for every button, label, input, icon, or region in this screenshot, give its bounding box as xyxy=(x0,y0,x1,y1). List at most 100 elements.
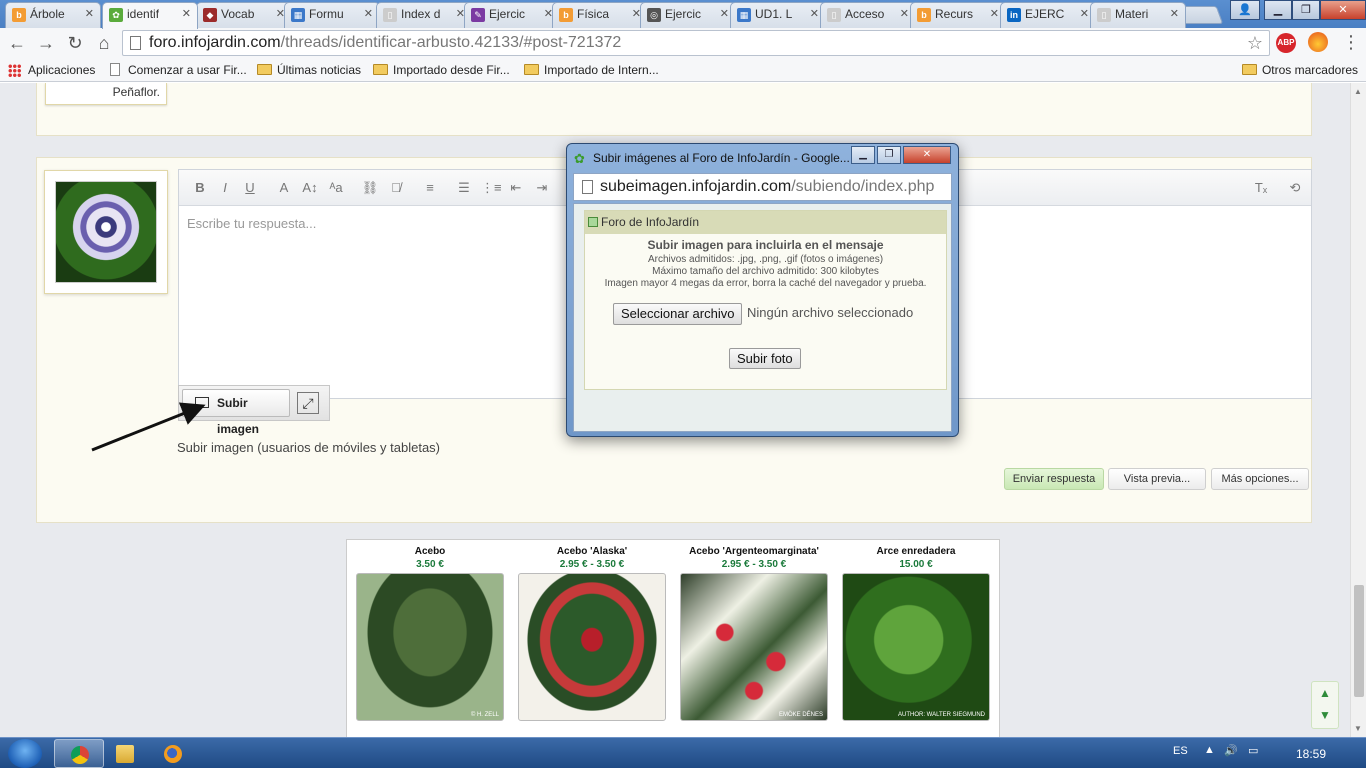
upload-photo-button[interactable]: Subir foto xyxy=(729,348,801,369)
tab-label: Index d xyxy=(401,7,441,21)
browser-tab[interactable]: b Recurs ✕ xyxy=(910,2,1006,28)
home-icon[interactable]: ⌂ xyxy=(93,32,115,54)
window-controls: 👤 ▁ ❐ ✕ xyxy=(1230,0,1366,20)
start-button[interactable] xyxy=(8,739,42,768)
tab-close-icon[interactable]: ✕ xyxy=(1080,7,1089,20)
product-price: 2.95 € - 3.50 € xyxy=(559,559,625,570)
product-name[interactable]: Acebo 'Alaska' xyxy=(517,546,667,559)
taskbar-explorer[interactable] xyxy=(100,739,150,768)
adblock-icon[interactable]: ABP xyxy=(1276,33,1296,53)
upload-heading: Subir imagen para incluirla en el mensaj… xyxy=(647,238,884,252)
browser-tab[interactable]: ▦ UD1. L ✕ xyxy=(730,2,826,28)
tab-close-icon[interactable]: ✕ xyxy=(810,7,819,20)
tab-label: Ejercic xyxy=(665,7,702,21)
network-icon[interactable]: ▭ xyxy=(1248,744,1258,757)
scrollbar-down-icon[interactable]: ▼ xyxy=(1354,724,1362,733)
product-card[interactable]: Acebo 'Alaska' 2.95 € - 3.50 € xyxy=(517,546,667,721)
apps-icon xyxy=(8,64,21,77)
volume-icon[interactable]: 🔊 xyxy=(1224,744,1238,757)
tab-favicon-icon: ▯ xyxy=(383,8,397,22)
bookmark-item[interactable]: Últimas noticias xyxy=(257,62,361,78)
product-image[interactable]: © H. ZELL xyxy=(356,573,504,721)
tab-close-icon[interactable]: ✕ xyxy=(182,7,191,20)
bookmark-item[interactable]: Importado desde Fir... xyxy=(373,62,510,78)
maximize-button[interactable]: ❐ xyxy=(1292,0,1320,20)
browser-tab[interactable]: ▦ Formu ✕ xyxy=(284,2,380,28)
browser-tab[interactable]: in EJERCI ✕ xyxy=(1000,2,1096,28)
panel-header: Foro de InfoJardín xyxy=(585,211,946,234)
clock[interactable]: 18:59 xyxy=(1296,747,1326,761)
popup-minimize-button[interactable]: ▁ xyxy=(851,146,875,164)
browser-tab[interactable]: ✎ Ejercic ✕ xyxy=(464,2,560,28)
scroll-up-icon[interactable]: ▲ xyxy=(1319,686,1331,700)
choose-file-button[interactable]: Seleccionar archivo xyxy=(613,303,743,325)
bookmark-item[interactable]: Aplicaciones xyxy=(8,62,95,78)
browser-tab[interactable]: ▯ Index d ✕ xyxy=(376,2,472,28)
browser-tab[interactable]: ▯ Materi ✕ xyxy=(1090,2,1186,28)
back-arrow-icon[interactable]: ← xyxy=(6,32,28,54)
tab-favicon-icon: ▯ xyxy=(1097,8,1111,22)
scroll-down-icon[interactable]: ▼ xyxy=(1319,708,1331,722)
chrome-icon xyxy=(71,746,89,764)
reload-icon[interactable]: ↻ xyxy=(64,32,86,54)
product-name[interactable]: Acebo xyxy=(355,546,505,559)
page-scrollbar[interactable]: ▲ ▼ xyxy=(1350,83,1366,737)
popup-maximize-button[interactable]: ❐ xyxy=(877,146,901,164)
product-name[interactable]: Arce enredadera xyxy=(841,546,991,559)
minimize-button[interactable]: ▁ xyxy=(1264,0,1292,20)
forward-arrow-icon[interactable]: → xyxy=(35,32,57,54)
browser-tab[interactable]: ◎ Ejercic ✕ xyxy=(640,2,736,28)
scrollbar-up-icon[interactable]: ▲ xyxy=(1354,87,1362,96)
tab-label: Física xyxy=(577,7,610,21)
tab-label: Acceso xyxy=(845,7,885,21)
product-image[interactable] xyxy=(518,573,666,721)
product-name[interactable]: Acebo 'Argenteomarginata' xyxy=(679,546,829,559)
scrollbar-thumb[interactable] xyxy=(1354,585,1364,697)
browser-tab[interactable]: b Física ✕ xyxy=(552,2,648,28)
browser-tab[interactable]: b Árbole ✕ xyxy=(5,2,101,28)
tab-close-icon[interactable]: ✕ xyxy=(1170,7,1179,20)
menu-icon[interactable]: ⋮ xyxy=(1342,31,1360,53)
file-status: Ningún archivo seleccionado xyxy=(747,305,914,320)
tab-favicon-icon: ▦ xyxy=(291,8,305,22)
folder-icon xyxy=(373,64,388,75)
tray-expand-icon[interactable]: ▲ xyxy=(1204,744,1215,756)
language-indicator[interactable]: ES xyxy=(1173,745,1188,757)
photo-credit: © H. ZELL xyxy=(470,712,499,718)
bookmark-item[interactable]: Importado de Intern... xyxy=(524,62,659,78)
tab-close-icon[interactable]: ✕ xyxy=(85,7,94,20)
tab-favicon-icon: b xyxy=(917,8,931,22)
tab-favicon-icon: b xyxy=(12,8,26,22)
close-window-button[interactable]: ✕ xyxy=(1320,0,1366,20)
product-card[interactable]: Acebo 3.50 € © H. ZELL xyxy=(355,546,505,721)
product-card[interactable]: Acebo 'Argenteomarginata' 2.95 € - 3.50 €… xyxy=(679,546,829,721)
tab-close-icon[interactable]: ✕ xyxy=(720,7,729,20)
address-bar[interactable]: foro.infojardin.com/threads/identificar-… xyxy=(122,30,1270,56)
browser-tab[interactable]: ◆ Vocab ✕ xyxy=(196,2,292,28)
extension-icon[interactable] xyxy=(1308,32,1328,52)
tab-close-icon[interactable]: ✕ xyxy=(900,7,909,20)
tab-close-icon[interactable]: ✕ xyxy=(364,7,373,20)
tab-label: Árbole xyxy=(30,7,65,21)
other-bookmarks[interactable]: Otros marcadores xyxy=(1241,62,1358,78)
product-image[interactable]: EMÖKE DÉNES xyxy=(680,573,828,721)
browser-tab[interactable]: ▯ Acceso ✕ xyxy=(820,2,916,28)
tab-close-icon[interactable]: ✕ xyxy=(990,7,999,20)
taskbar-firefox[interactable] xyxy=(148,739,198,768)
popup-close-button[interactable]: ✕ xyxy=(903,146,951,164)
user-profile-icon[interactable]: 👤 xyxy=(1230,0,1260,20)
browser-tab[interactable]: ✿ identif ✕ xyxy=(102,2,198,29)
popup-url-host: subeimagen.infojardin.com xyxy=(600,178,792,195)
product-price: 2.95 € - 3.50 € xyxy=(721,559,787,570)
tab-label: Vocab xyxy=(221,7,255,21)
taskbar-chrome[interactable] xyxy=(54,739,104,768)
bookmark-star-icon[interactable]: ☆ xyxy=(1247,31,1263,55)
product-image[interactable]: AUTHOR: WALTER SIEGMUND xyxy=(842,573,990,721)
popup-address-bar[interactable]: subeimagen.infojardin.com/subiendo/index… xyxy=(573,173,952,201)
product-card[interactable]: Arce enredadera 15.00 € AUTHOR: WALTER SIE… xyxy=(841,546,991,721)
popup-url-path: /subiendo/index.php xyxy=(791,178,935,195)
bookmark-item[interactable]: Comenzar a usar Fir... xyxy=(108,62,247,78)
bookmark-label: Comenzar a usar Fir... xyxy=(128,63,247,77)
folder-icon xyxy=(1241,64,1257,75)
upload-panel: Foro de InfoJardín Subir imagen para inc… xyxy=(584,210,947,390)
